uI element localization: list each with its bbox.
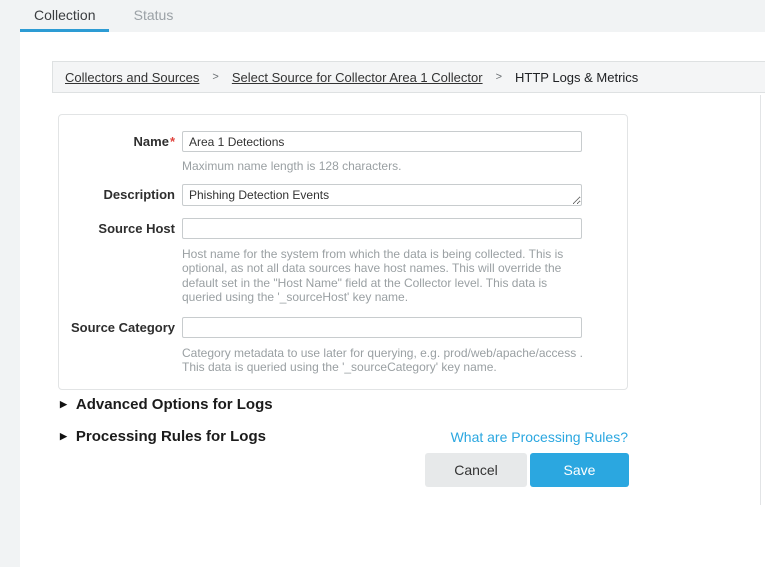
source-config-form: Name* Maximum name length is 128 charact…	[58, 114, 628, 390]
breadcrumb-link-select-source[interactable]: Select Source for Collector Area 1 Colle…	[232, 70, 483, 85]
required-asterisk: *	[170, 134, 175, 149]
source-category-help-text: Category metadata to use later for query…	[182, 346, 584, 375]
breadcrumb-current-page: HTTP Logs & Metrics	[515, 70, 638, 85]
advanced-options-section-toggle[interactable]: ▶ Advanced Options for Logs	[60, 396, 273, 413]
source-category-label: Source Category	[59, 317, 182, 375]
tab-bar: Collection Status	[20, 0, 197, 32]
content-right-border	[760, 95, 761, 505]
breadcrumb: Collectors and Sources > Select Source f…	[52, 61, 765, 93]
description-label: Description	[59, 184, 182, 206]
source-host-help-text: Host name for the system from which the …	[182, 247, 584, 305]
advanced-options-label: Advanced Options for Logs	[76, 396, 273, 413]
what-are-processing-rules-link[interactable]: What are Processing Rules?	[451, 429, 628, 445]
name-help-text: Maximum name length is 128 characters.	[182, 159, 584, 174]
breadcrumb-link-collectors-and-sources[interactable]: Collectors and Sources	[65, 70, 199, 85]
name-field-row: Name* Maximum name length is 128 charact…	[59, 131, 627, 174]
processing-rules-label: Processing Rules for Logs	[76, 428, 266, 445]
processing-rules-section-toggle[interactable]: ▶ Processing Rules for Logs	[60, 428, 266, 445]
save-button[interactable]: Save	[530, 453, 629, 487]
name-label: Name*	[59, 131, 182, 174]
source-category-field-row: Source Category Category metadata to use…	[59, 317, 627, 375]
source-host-input[interactable]	[182, 218, 582, 239]
tab-status[interactable]: Status	[109, 0, 197, 32]
source-host-field-row: Source Host Host name for the system fro…	[59, 218, 627, 305]
form-actions: Cancel Save	[425, 453, 629, 487]
description-field-row: Description Phishing Detection Events	[59, 184, 627, 206]
name-input[interactable]	[182, 131, 582, 152]
name-label-text: Name	[134, 134, 169, 149]
breadcrumb-separator-icon: >	[496, 71, 502, 83]
tab-collection[interactable]: Collection	[20, 0, 109, 32]
cancel-button[interactable]: Cancel	[425, 453, 527, 487]
collapse-arrow-icon: ▶	[60, 400, 67, 409]
source-host-label: Source Host	[59, 218, 182, 305]
collapse-arrow-icon: ▶	[60, 432, 67, 441]
source-category-input[interactable]	[182, 317, 582, 338]
description-textarea[interactable]: Phishing Detection Events	[182, 184, 582, 206]
breadcrumb-separator-icon: >	[212, 71, 218, 83]
